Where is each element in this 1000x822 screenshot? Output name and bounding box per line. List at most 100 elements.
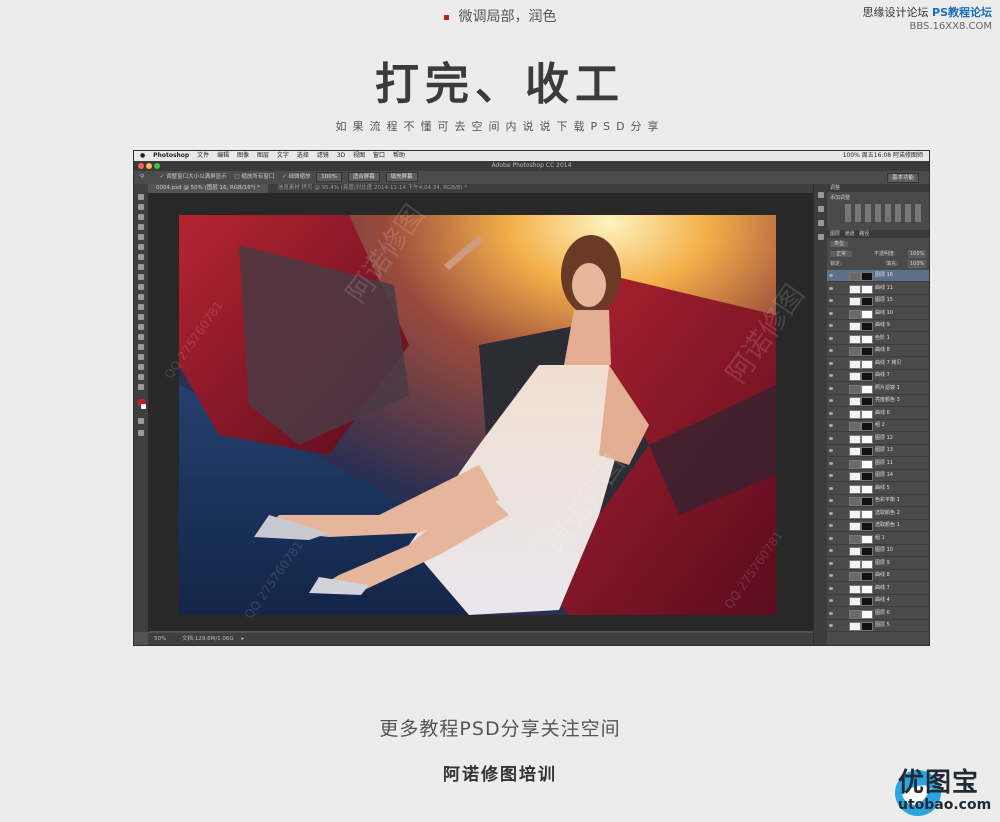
visibility-eye-icon[interactable] [829, 499, 833, 502]
layer-row[interactable]: 图层 15 [827, 295, 929, 307]
visibility-eye-icon[interactable] [829, 561, 833, 565]
eyedropper-tool-icon[interactable] [138, 244, 144, 250]
layer-row[interactable]: 曲线 8 [827, 570, 929, 582]
visibility-eye-icon[interactable] [829, 461, 833, 465]
layer-mask-thumbnail[interactable] [861, 309, 873, 319]
option-checkbox-scrubby[interactable]: ✓ 细微缩放 [282, 174, 310, 180]
menu-help[interactable]: 帮助 [393, 151, 405, 161]
layer-mask-thumbnail[interactable] [861, 509, 873, 519]
move-tool-icon[interactable] [138, 194, 144, 200]
menu-3d[interactable]: 3D [337, 151, 345, 161]
visibility-eye-icon[interactable] [829, 286, 833, 290]
visibility-eye-icon[interactable] [829, 611, 833, 615]
zoom-tool-icon[interactable]: ⚲ [140, 174, 144, 180]
marquee-tool-icon[interactable] [138, 204, 144, 210]
adjustment-icons-grid[interactable] [845, 204, 925, 222]
visibility-eye-icon[interactable] [829, 274, 833, 277]
layer-mask-thumbnail[interactable] [861, 497, 873, 506]
visibility-eye-icon[interactable] [829, 486, 833, 490]
layer-row[interactable]: 组 2 [827, 420, 929, 432]
layer-mask-thumbnail[interactable] [861, 522, 873, 531]
layer-row[interactable]: 曲线 8 [827, 345, 929, 357]
layer-mask-thumbnail[interactable] [861, 484, 873, 494]
visibility-eye-icon[interactable] [829, 299, 833, 302]
layer-mask-thumbnail[interactable] [861, 609, 873, 619]
visibility-eye-icon[interactable] [829, 399, 833, 402]
pen-tool-icon[interactable] [138, 334, 144, 340]
zoom-tool-icon[interactable] [138, 384, 144, 390]
properties-panel-icon[interactable] [818, 206, 824, 212]
menu-type[interactable]: 文字 [277, 151, 289, 161]
layer-mask-thumbnail[interactable] [861, 572, 873, 581]
shape-tool-icon[interactable] [138, 364, 144, 370]
info-panel-icon[interactable] [818, 220, 824, 226]
background-color-icon[interactable] [141, 404, 146, 409]
menu-view[interactable]: 视图 [353, 151, 365, 161]
visibility-eye-icon[interactable] [829, 361, 833, 365]
visibility-eye-icon[interactable] [829, 449, 833, 452]
canvas-area[interactable]: 阿诺修图 阿诺修图 阿诺修图 QQ 275760781 QQ 275760781… [148, 193, 813, 631]
layer-mask-thumbnail[interactable] [861, 372, 873, 381]
layer-row[interactable]: 组 1 [827, 533, 929, 545]
opacity-input[interactable]: 100% [908, 250, 927, 258]
layer-mask-thumbnail[interactable] [861, 547, 873, 556]
quick-mask-icon[interactable] [138, 418, 144, 424]
layer-row[interactable]: 图层 12 [827, 433, 929, 445]
app-menu[interactable]: Photoshop [153, 151, 189, 161]
layer-row[interactable]: 图层 11 [827, 458, 929, 470]
layer-mask-thumbnail[interactable] [861, 434, 873, 444]
layer-mask-thumbnail[interactable] [861, 584, 873, 594]
tab-paths[interactable]: 路径 [859, 231, 869, 237]
visibility-eye-icon[interactable] [829, 336, 833, 340]
tab-layers[interactable]: 图层 [830, 231, 840, 237]
layer-mask-thumbnail[interactable] [861, 322, 873, 331]
type-tool-icon[interactable] [138, 344, 144, 350]
visibility-eye-icon[interactable] [829, 311, 833, 315]
history-brush-tool-icon[interactable] [138, 284, 144, 290]
menu-window[interactable]: 窗口 [373, 151, 385, 161]
layer-row[interactable]: 色阶 1 [827, 333, 929, 345]
healing-tool-icon[interactable] [138, 254, 144, 260]
layer-mask-thumbnail[interactable] [861, 447, 873, 456]
layer-mask-thumbnail[interactable] [861, 347, 873, 356]
layer-mask-thumbnail[interactable] [861, 272, 873, 281]
visibility-eye-icon[interactable] [829, 386, 833, 390]
blur-tool-icon[interactable] [138, 314, 144, 320]
minimize-window-icon[interactable] [146, 163, 152, 169]
visibility-eye-icon[interactable] [829, 411, 833, 415]
stamp-tool-icon[interactable] [138, 274, 144, 280]
layer-row[interactable]: 图层 5 [827, 620, 929, 632]
hand-tool-icon[interactable] [138, 374, 144, 380]
visibility-eye-icon[interactable] [829, 574, 833, 577]
status-arrow-icon[interactable]: ▸ [241, 636, 244, 642]
quick-select-tool-icon[interactable] [138, 224, 144, 230]
zoom-100-button[interactable]: 100% [316, 172, 342, 182]
visibility-eye-icon[interactable] [829, 599, 833, 602]
screen-mode-icon[interactable] [138, 430, 144, 436]
menu-edit[interactable]: 编辑 [217, 151, 229, 161]
visibility-eye-icon[interactable] [829, 511, 833, 515]
visibility-eye-icon[interactable] [829, 586, 833, 590]
option-checkbox-zoom-all[interactable]: □ 缩放所有窗口 [234, 174, 274, 180]
eraser-tool-icon[interactable] [138, 294, 144, 300]
layer-mask-thumbnail[interactable] [861, 597, 873, 606]
menu-layer[interactable]: 图层 [257, 151, 269, 161]
layer-mask-thumbnail[interactable] [861, 534, 873, 544]
layer-row[interactable]: 曲线 7 [827, 583, 929, 595]
brush-tool-icon[interactable] [138, 264, 144, 270]
layer-mask-thumbnail[interactable] [861, 297, 873, 306]
visibility-eye-icon[interactable] [829, 436, 833, 440]
layer-row[interactable]: 亮度颜色 3 [827, 395, 929, 407]
layer-mask-thumbnail[interactable] [861, 359, 873, 369]
layer-mask-thumbnail[interactable] [861, 472, 873, 481]
fill-input[interactable]: 100% [908, 260, 927, 268]
tab-active-document[interactable]: 0004.psd @ 50% (图层 16, RGB/16*) * [148, 184, 269, 193]
layer-mask-thumbnail[interactable] [861, 397, 873, 406]
tab-inactive-document[interactable]: 信息素材 拷贝 @ 95.4% (亮度/对比度 2014-11-14 下午4.0… [270, 184, 475, 193]
layer-row[interactable]: 色彩平衡 1 [827, 495, 929, 507]
status-zoom[interactable]: 50% [154, 636, 166, 642]
layer-row[interactable]: 图层 6 [827, 608, 929, 620]
visibility-eye-icon[interactable] [829, 424, 833, 427]
layer-row[interactable]: 曲线 6 [827, 408, 929, 420]
workspace-select[interactable]: 基本功能 [886, 173, 919, 183]
